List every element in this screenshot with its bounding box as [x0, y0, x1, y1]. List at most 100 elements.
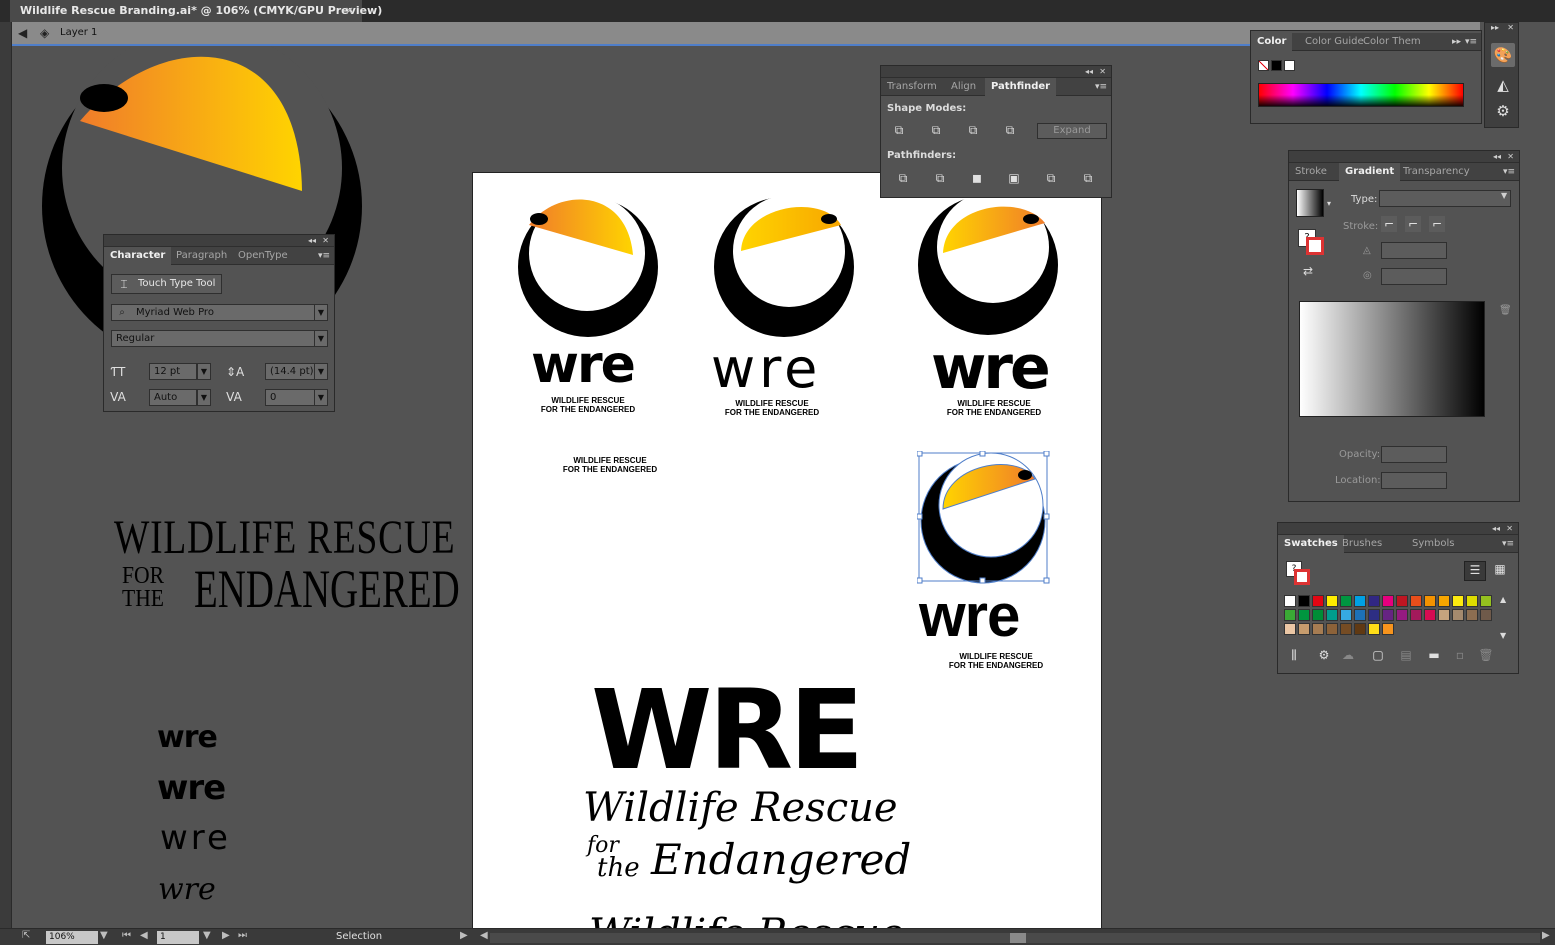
- chevron-down-icon[interactable]: ▾: [1327, 199, 1331, 208]
- tab-stroke[interactable]: Stroke: [1289, 163, 1333, 181]
- trash-icon[interactable]: 🗑: [1499, 305, 1512, 316]
- zoom-dropdown-icon[interactable]: ▼: [100, 930, 108, 941]
- color-swatch[interactable]: [1354, 609, 1366, 621]
- color-swatch[interactable]: [1368, 623, 1380, 635]
- color-swatch[interactable]: [1466, 595, 1478, 607]
- color-swatch[interactable]: [1312, 609, 1324, 621]
- character-panel-titlebar[interactable]: ◂◂ ✕: [104, 235, 334, 247]
- kerning-dropdown[interactable]: ▼: [197, 389, 211, 406]
- pathfinder-panel-titlebar[interactable]: ◂◂ ✕: [881, 66, 1111, 78]
- color-swatch[interactable]: [1298, 623, 1310, 635]
- expand-button[interactable]: Expand: [1037, 123, 1107, 139]
- close-icon[interactable]: ✕: [1099, 66, 1106, 78]
- swatch-options-icon[interactable]: ▤: [1398, 647, 1414, 663]
- toucan-logo-selected[interactable]: [917, 451, 1051, 585]
- color-swatch[interactable]: [1326, 595, 1338, 607]
- merge-icon[interactable]: ◼: [969, 170, 985, 186]
- last-artboard-icon[interactable]: ⏭: [238, 930, 247, 941]
- swatch-libraries-icon[interactable]: ⫼: [1286, 647, 1302, 663]
- export-icon[interactable]: ⇱: [22, 930, 30, 941]
- panel-menu-icon[interactable]: ▾≡: [318, 247, 330, 265]
- gradient-dock-icon[interactable]: ◭: [1491, 73, 1515, 97]
- color-swatch[interactable]: [1284, 595, 1296, 607]
- leading-dropdown[interactable]: ▼: [314, 363, 328, 380]
- zoom-field[interactable]: 106%: [46, 931, 98, 944]
- touch-type-tool-button[interactable]: ⌶ Touch Type Tool: [111, 274, 223, 294]
- color-swatch[interactable]: [1312, 623, 1324, 635]
- color-swatch[interactable]: [1452, 609, 1464, 621]
- fill-stroke-indicator[interactable]: ?: [1298, 229, 1324, 255]
- tab-brushes[interactable]: Brushes: [1336, 535, 1388, 553]
- toucan-logo-2[interactable]: [713, 195, 855, 340]
- artboard-dropdown-icon[interactable]: ▼: [203, 930, 211, 941]
- color-spectrum[interactable]: [1258, 83, 1464, 107]
- gradient-type-select[interactable]: [1379, 190, 1511, 207]
- color-swatch[interactable]: [1382, 623, 1394, 635]
- toucan-logo-1[interactable]: [517, 195, 659, 340]
- color-swatch[interactable]: [1396, 609, 1408, 621]
- close-icon[interactable]: ×: [345, 0, 354, 22]
- minus-front-icon[interactable]: ⧉: [928, 122, 944, 138]
- leading-field[interactable]: (14.4 pt): [265, 363, 315, 380]
- wre-caps-wordmark[interactable]: WRE: [591, 675, 864, 785]
- tab-symbols[interactable]: Symbols: [1406, 535, 1460, 553]
- wre-sample-script[interactable]: wre: [158, 872, 216, 907]
- first-artboard-icon[interactable]: ⏮: [122, 930, 131, 941]
- color-swatch[interactable]: [1480, 595, 1492, 607]
- color-swatch[interactable]: [1340, 595, 1352, 607]
- color-swatch[interactable]: [1298, 609, 1310, 621]
- gradient-panel-titlebar[interactable]: ◂◂ ✕: [1289, 151, 1519, 163]
- color-swatch[interactable]: [1340, 609, 1352, 621]
- artboard[interactable]: wre WILDLIFE RESCUE FOR THE ENDANGERED wr…: [472, 172, 1102, 932]
- collapse-icon[interactable]: ◂◂: [1493, 151, 1501, 163]
- color-swatch[interactable]: [1466, 609, 1478, 621]
- reverse-gradient-icon[interactable]: ⇄: [1303, 264, 1313, 278]
- gradient-preview[interactable]: [1299, 301, 1485, 417]
- artboard-number-field[interactable]: 1: [157, 931, 199, 944]
- wre-wordmark-2[interactable]: wre: [711, 337, 821, 400]
- color-swatch[interactable]: [1340, 623, 1352, 635]
- wre-wordmark-4[interactable]: wre: [919, 581, 1020, 650]
- intersect-icon[interactable]: ⧉: [965, 122, 981, 138]
- back-arrow-icon[interactable]: ◀: [18, 26, 32, 40]
- tab-paragraph[interactable]: Paragraph: [170, 247, 233, 265]
- scroll-up-icon[interactable]: ▲: [1500, 595, 1506, 604]
- cloud-icon[interactable]: ☁: [1340, 647, 1356, 663]
- color-swatch[interactable]: [1354, 623, 1366, 635]
- script-line1[interactable]: Wildlife Rescue: [583, 785, 898, 831]
- swatch-kinds-icon[interactable]: ▢: [1370, 647, 1386, 663]
- color-swatch[interactable]: [1424, 609, 1436, 621]
- tab-opentype[interactable]: OpenType: [232, 247, 294, 265]
- color-swatch[interactable]: [1284, 623, 1296, 635]
- scrollbar-thumb[interactable]: [1010, 933, 1026, 943]
- opacity-field[interactable]: [1381, 446, 1447, 463]
- tools-panel-edge[interactable]: [0, 22, 12, 928]
- font-style-field[interactable]: Regular: [111, 330, 315, 347]
- wre-sample-bold-1[interactable]: wre: [157, 720, 218, 755]
- exclude-icon[interactable]: ⧉: [1002, 122, 1018, 138]
- color-swatch[interactable]: [1382, 595, 1394, 607]
- scroll-left-icon[interactable]: ◀: [480, 930, 488, 941]
- swatches-panel-titlebar[interactable]: ◂◂ ✕: [1278, 523, 1518, 535]
- color-swatch[interactable]: [1396, 595, 1408, 607]
- location-field[interactable]: [1381, 472, 1447, 489]
- color-swatch[interactable]: [1284, 609, 1296, 621]
- tab-align[interactable]: Align: [945, 78, 982, 96]
- panel-menu-icon[interactable]: ▾≡: [1502, 535, 1514, 553]
- font-size-field[interactable]: 12 pt: [149, 363, 197, 380]
- tab-transform[interactable]: Transform: [881, 78, 943, 96]
- color-swatch[interactable]: [1480, 609, 1492, 621]
- wre-wordmark-3[interactable]: wre: [931, 333, 1051, 403]
- collapse-icon[interactable]: ▸▸: [1491, 23, 1499, 32]
- fill-stroke-indicator[interactable]: ?: [1286, 561, 1310, 585]
- color-swatch[interactable]: [1438, 609, 1450, 621]
- grid-view-icon[interactable]: ▦: [1489, 561, 1511, 581]
- stroke-swatch[interactable]: [1306, 237, 1324, 255]
- stroke-within-icon[interactable]: ⌐: [1381, 216, 1397, 232]
- tagline-standalone[interactable]: WILDLIFE RESCUE FOR THE ENDANGERED: [555, 456, 665, 474]
- place-swatch-icon[interactable]: ⚙: [1316, 647, 1332, 663]
- script-the[interactable]: the: [597, 853, 640, 883]
- tracking-dropdown[interactable]: ▼: [314, 389, 328, 406]
- black-swatch[interactable]: [1271, 60, 1282, 71]
- stroke-across-icon[interactable]: ⌐: [1429, 216, 1445, 232]
